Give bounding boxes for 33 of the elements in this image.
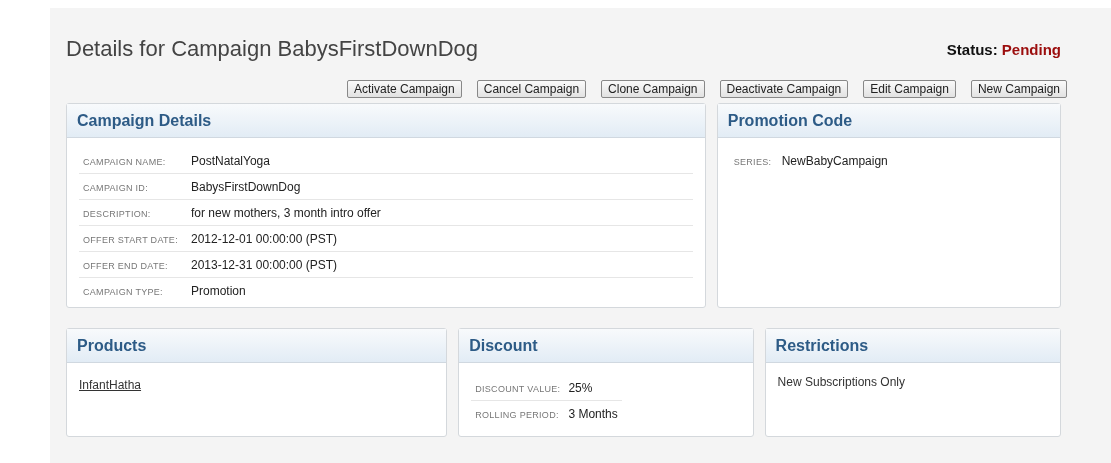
field-label: CAMPAIGN ID: [83,183,148,193]
panel-title: Discount [469,336,538,355]
field-value: NewBabyCampaign [781,154,888,168]
field-label: OFFER END DATE: [83,261,168,271]
field-value: 25% [568,381,593,395]
field-label: SERIES: [733,157,772,167]
field-label: DESCRIPTION: [83,209,151,219]
field-value: Promotion [191,284,246,298]
panel-title: Promotion Code [727,111,853,130]
field-value: 2012-12-01 00:00:00 (PST) [191,232,338,246]
action-button[interactable]: New Campaign [970,80,1067,98]
action-button[interactable]: Cancel Campaign [476,80,587,98]
action-button[interactable]: Activate Campaign [347,80,462,98]
field-value: 2013-12-31 00:00:00 (PST) [191,258,338,272]
panel-title: Restrictions [775,336,869,355]
field-label: CAMPAIGN TYPE: [83,287,163,297]
field-label: DISCOUNT VALUE: [475,384,561,394]
product-link[interactable]: InfantHatha [79,378,142,392]
action-button[interactable]: Clone Campaign [601,80,705,98]
field-value: PostNatalYoga [191,154,270,168]
field-label: OFFER START DATE: [83,235,178,245]
field-label: ROLLING PERIOD: [475,410,559,420]
field-value: 3 Months [568,407,618,421]
field-label: CAMPAIGN NAME: [83,157,166,167]
status-text: Status: Pending [946,40,1061,58]
panel-title: Products [77,336,147,355]
action-button[interactable]: Edit Campaign [863,80,956,98]
page-title: Details for Campaign BabysFirstDownDog [66,36,479,62]
field-value: BabysFirstDownDog [191,180,301,194]
action-button[interactable]: Deactivate Campaign [719,80,849,98]
field-value: for new mothers, 3 month intro offer [191,206,381,220]
restriction-text: New Subscriptions Only [777,375,906,389]
panel-title: Campaign Details [77,111,212,130]
